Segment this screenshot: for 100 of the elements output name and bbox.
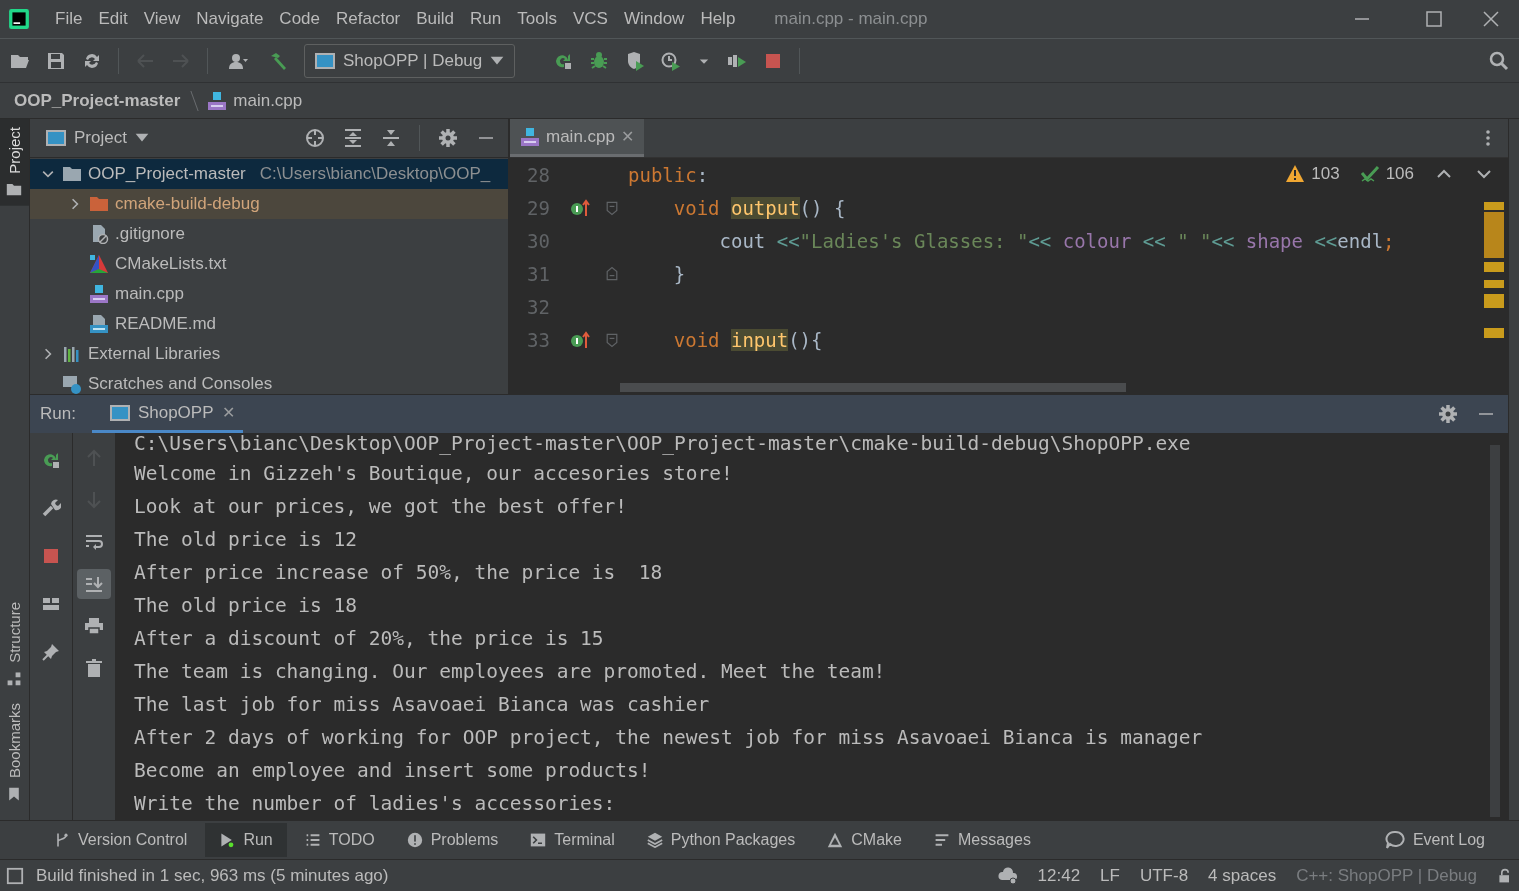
console-line: The last job for miss Asavoaei Bianca was cashier (134, 693, 710, 716)
shield-icon[interactable] (625, 50, 646, 71)
menu-item[interactable]: Run (463, 5, 509, 33)
window-icon (315, 50, 335, 71)
locate-icon[interactable] (305, 128, 325, 148)
layers-icon (646, 832, 663, 848)
breadcrumb-item[interactable]: OOP_Project-master (14, 90, 181, 111)
scrollbar[interactable] (620, 383, 1126, 392)
status-message: Build finished in 1 sec, 963 ms (5 minutes ago) (36, 865, 390, 886)
tree-item[interactable]: main.cpp (30, 279, 508, 309)
side-tab[interactable]: Project (0, 119, 29, 206)
warning-icon[interactable] (1285, 164, 1306, 184)
printer-icon[interactable] (84, 616, 104, 636)
scroll-to-end-icon[interactable] (84, 574, 104, 594)
scratches-icon (62, 374, 82, 394)
menu-item[interactable]: View (136, 5, 188, 33)
tree-item[interactable]: cmake-build-debug (30, 189, 508, 219)
menu-item[interactable]: Code (272, 5, 327, 33)
folder-icon (6, 181, 23, 198)
side-tab[interactable]: Bookmarks (0, 694, 29, 810)
tool-window-button[interactable]: Event Log (1370, 822, 1499, 858)
tool-window-button[interactable]: Python Packages (632, 823, 810, 857)
tree-item[interactable]: OOP_Project-master C:\Users\bianc\Desktop\OOP_ (30, 159, 508, 189)
implements-marker-icon[interactable] (570, 329, 590, 350)
expand-all-icon[interactable] (343, 128, 363, 148)
menu-item[interactable]: Help (693, 5, 743, 33)
cpp-file-icon (89, 284, 109, 304)
status-item[interactable]: UTF-8 (1139, 865, 1189, 886)
stop-icon[interactable] (41, 546, 61, 566)
cpp-file-icon (520, 126, 540, 147)
side-tab[interactable]: Structure (0, 594, 29, 695)
tree-item[interactable]: CMakeLists.txt (30, 249, 508, 279)
close-icon[interactable] (1481, 9, 1501, 29)
menu-item[interactable]: Navigate (189, 5, 271, 33)
settings-icon[interactable] (1438, 404, 1458, 424)
save-icon[interactable] (46, 50, 66, 71)
cloud-settings-icon[interactable] (997, 865, 1018, 886)
console-line: The team is changing. Our employees are promoted. Meet the team! (134, 660, 886, 683)
console-line: C:\Users\bianc\Desktop\OOP_Project-master\OOP_Project-master\cmake-build-debug\ShopOPP.exe (134, 433, 1191, 455)
run-configuration-dropdown[interactable]: ShopOPP | Debug (304, 43, 516, 78)
folder-icon (89, 194, 109, 214)
close-icon[interactable]: ✕ (621, 127, 634, 146)
scroll-end-button[interactable] (77, 569, 111, 599)
problems-icon (406, 832, 423, 848)
menu-item[interactable]: Tools (510, 5, 564, 33)
menu-item[interactable]: Window (616, 5, 692, 33)
menu-item[interactable]: VCS (565, 5, 615, 33)
code-line: void input(){ (672, 328, 823, 351)
tool-window-button[interactable]: Run (205, 823, 287, 857)
cmake-icon (89, 254, 109, 274)
menu-item[interactable]: Edit (91, 5, 135, 33)
collapse-all-icon[interactable] (381, 128, 401, 148)
soft-wrap-icon[interactable] (84, 532, 104, 552)
console-line: Look at our prices, we got the best offer! (134, 495, 628, 518)
code-line: void output() { (672, 196, 846, 219)
window-icon (109, 402, 130, 423)
editor-tab[interactable]: main.cpp ✕ (510, 119, 644, 157)
console-line: The old price is 12 (134, 528, 358, 551)
menu-item[interactable]: Build (409, 5, 462, 33)
console-line: Become an employee and insert some products! (134, 759, 651, 782)
panel-toggle-icon[interactable] (6, 866, 24, 885)
profiler-icon[interactable] (661, 50, 682, 71)
markdown-file-icon (89, 314, 109, 334)
console-line: Write the number of ladies's accessories: (134, 792, 616, 815)
status-item[interactable]: 4 spaces (1208, 865, 1277, 886)
trash-icon[interactable] (84, 658, 104, 678)
settings-icon[interactable] (438, 128, 458, 148)
branch-icon (54, 832, 70, 848)
search-icon[interactable] (1489, 50, 1509, 71)
tool-window-button[interactable]: CMake (813, 823, 916, 857)
wrench-icon[interactable] (41, 498, 61, 518)
status-item[interactable]: 12:42 (1037, 865, 1081, 886)
bug-icon[interactable] (589, 50, 610, 71)
tree-item[interactable]: README.md (30, 309, 508, 339)
folder-icon (62, 164, 82, 184)
tree-item[interactable]: Scratches and Consoles (30, 369, 508, 394)
speech-bubble-icon (1384, 830, 1405, 850)
maximize-icon[interactable] (1424, 9, 1444, 29)
menu-item[interactable]: Refactor (329, 5, 408, 33)
tree-item[interactable]: .gitignore (30, 219, 508, 249)
tool-window-button[interactable]: Problems (392, 823, 513, 857)
menu-item[interactable]: File (48, 5, 90, 33)
terminal-icon (530, 832, 547, 848)
check-icon[interactable] (1359, 164, 1380, 184)
close-icon[interactable]: ✕ (221, 403, 235, 422)
status-item[interactable]: LF (1100, 865, 1120, 886)
structure-icon (6, 670, 23, 687)
passed-count[interactable]: 106 (1385, 164, 1414, 184)
implements-marker-icon[interactable] (570, 197, 590, 218)
panel-title[interactable]: Project (74, 128, 127, 148)
tree-item[interactable]: External Libraries (30, 339, 508, 369)
pin-icon[interactable] (41, 642, 61, 662)
tool-window-button[interactable]: Messages (919, 823, 1045, 857)
warning-count[interactable]: 103 (1311, 164, 1340, 184)
tool-window-button[interactable]: Terminal (516, 823, 629, 857)
breadcrumb-item[interactable]: main.cpp (233, 90, 303, 111)
tool-window-button[interactable]: TODO (290, 823, 389, 857)
tool-window-button[interactable]: Version Control (40, 823, 202, 857)
console-line: The old price is 18 (134, 594, 358, 617)
console-line: After a discount of 20%, the price is 15 (134, 627, 604, 650)
